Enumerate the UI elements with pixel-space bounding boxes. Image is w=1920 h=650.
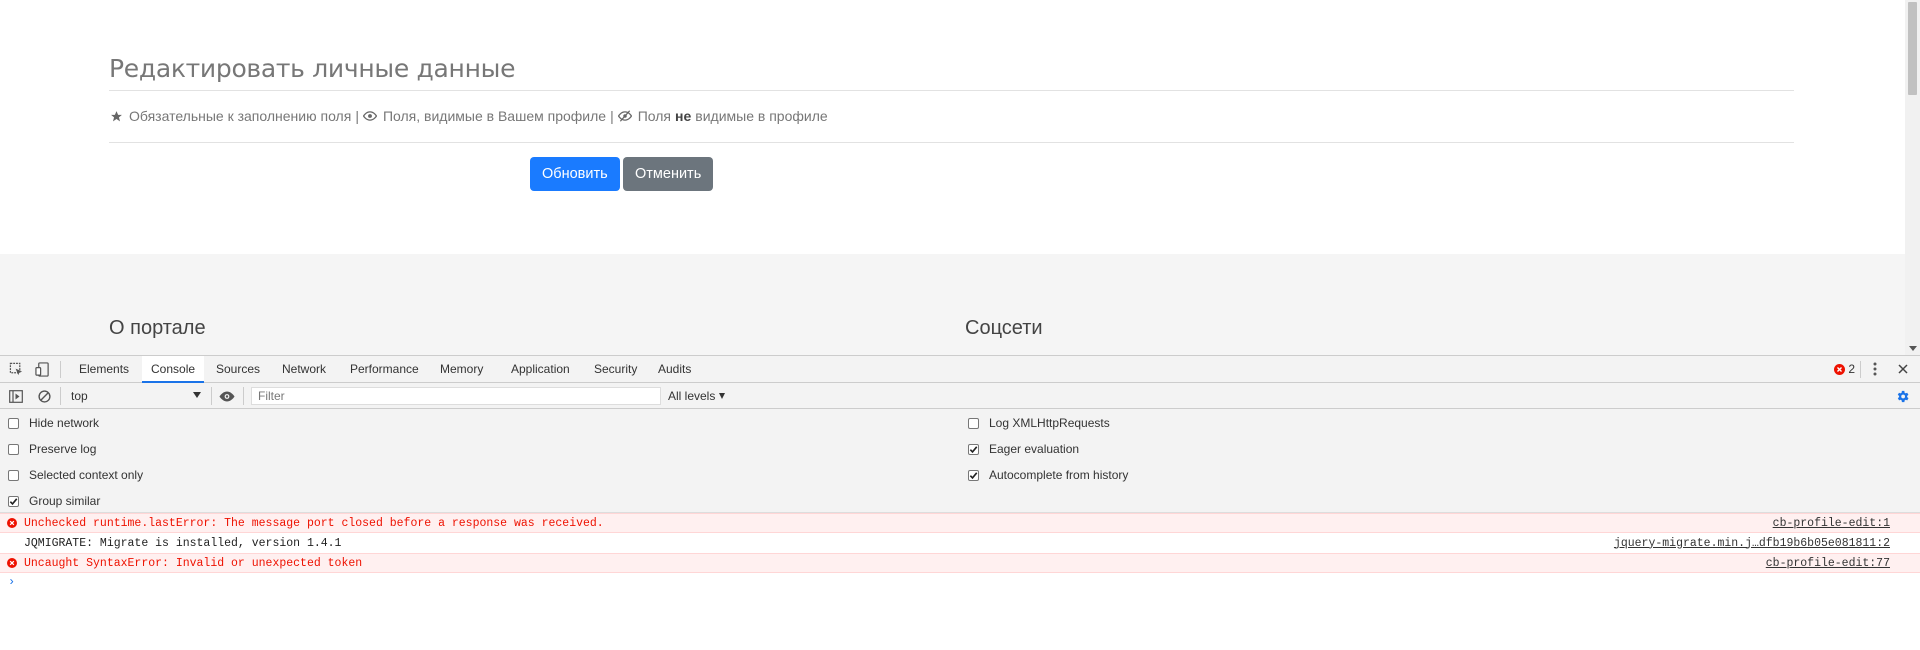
tab-security[interactable]: Security <box>585 356 646 383</box>
toolbar-divider <box>60 361 61 378</box>
setting-label: Eager evaluation <box>989 442 1080 456</box>
setting-label: Preserve log <box>29 442 97 456</box>
error-counter[interactable]: 2 <box>1834 362 1855 376</box>
toolbar-divider <box>1860 361 1861 378</box>
scroll-down-arrow-icon[interactable] <box>1908 344 1917 353</box>
setting-group-similar[interactable]: Group similar <box>8 494 100 508</box>
sidebar-toggle-icon[interactable] <box>8 388 24 404</box>
chevron-down-icon <box>193 392 201 398</box>
error-icon <box>0 558 24 568</box>
scrollbar-thumb[interactable] <box>1908 2 1917 95</box>
setting-log-xmlhttprequests[interactable]: Log XMLHttpRequests <box>968 416 1110 430</box>
console-settings-pane: Hide network Preserve log Selected context… <box>0 409 1920 513</box>
checkbox[interactable] <box>968 469 979 481</box>
context-selector[interactable]: top <box>65 387 205 405</box>
live-expression-eye-icon[interactable] <box>219 388 235 404</box>
setting-preserve-log[interactable]: Preserve log <box>8 442 96 456</box>
console-settings-gear-icon[interactable] <box>1894 388 1910 404</box>
message-text: JQMIGRATE: Migrate is installed, version… <box>24 536 342 550</box>
profile-edit-section: Редактировать личные данные Обязательные… <box>0 0 1905 254</box>
tab-memory[interactable]: Memory <box>431 356 492 383</box>
console-filter-input[interactable] <box>251 387 661 405</box>
console-messages: Unchecked runtime.lastError: The message… <box>0 513 1920 650</box>
close-icon[interactable] <box>1895 361 1911 377</box>
setting-eager-evaluation[interactable]: Eager evaluation <box>968 442 1079 456</box>
legend-divider <box>109 142 1794 143</box>
checkbox[interactable] <box>8 469 19 481</box>
legend-separator: | <box>610 108 614 124</box>
log-levels-label: All levels <box>668 389 716 403</box>
toolbar-divider <box>60 387 61 405</box>
devtools-tabbar: Elements Console Sources Network Performance… <box>0 356 1920 383</box>
setting-label: Hide network <box>29 416 100 430</box>
console-prompt[interactable]: › <box>8 575 15 589</box>
update-button[interactable]: Обновить <box>530 157 620 191</box>
eye-icon <box>362 109 377 123</box>
title-divider <box>109 90 1794 91</box>
star-icon <box>109 109 123 123</box>
console-error-message: Unchecked runtime.lastError: The message… <box>0 513 1920 533</box>
legend-visible: Поля, видимые в Вашем профиле <box>382 108 607 124</box>
cancel-button[interactable]: Отменить <box>623 157 714 191</box>
tab-application[interactable]: Application <box>502 356 579 383</box>
tab-audits[interactable]: Audits <box>649 356 700 383</box>
message-text: Uncaught SyntaxError: Invalid or unexpec… <box>24 556 363 570</box>
message-source-link[interactable]: cb-profile-edit:77 <box>1766 557 1890 570</box>
console-toolbar: top All levels <box>0 383 1920 409</box>
console-log-message: JQMIGRATE: Migrate is installed, version… <box>0 533 1920 553</box>
page-scrollbar[interactable] <box>1905 0 1920 355</box>
footer: О портале Соцсети <box>0 254 1905 355</box>
message-source-link[interactable]: jquery-migrate.min.j…dfb19b6b05e081811:2 <box>1614 537 1890 550</box>
more-options-icon[interactable] <box>1867 361 1883 377</box>
tab-elements[interactable]: Elements <box>70 356 138 383</box>
log-levels-dropdown[interactable]: All levels <box>668 387 726 405</box>
legend-required: Обязательные к заполнению поля <box>129 108 352 124</box>
error-count-label: 2 <box>1848 362 1855 376</box>
setting-selected-context-only[interactable]: Selected context only <box>8 468 143 482</box>
checkbox[interactable] <box>968 443 979 455</box>
error-icon <box>1834 363 1846 375</box>
checkbox[interactable] <box>8 417 19 429</box>
checkmark-icon <box>9 497 18 505</box>
toolbar-divider <box>211 387 212 405</box>
setting-label: Log XMLHttpRequests <box>989 416 1110 430</box>
page-title: Редактировать личные данные <box>109 54 516 83</box>
caret-down-icon <box>719 393 726 399</box>
footer-social-heading: Соцсети <box>965 317 1043 339</box>
checkmark-icon <box>969 471 978 479</box>
setting-label: Selected context only <box>29 468 144 482</box>
setting-hide-network[interactable]: Hide network <box>8 416 99 430</box>
device-toggle-icon[interactable] <box>34 361 50 377</box>
setting-label: Group similar <box>29 494 101 508</box>
console-error-message: Uncaught SyntaxError: Invalid or unexpec… <box>0 553 1920 573</box>
tab-sources[interactable]: Sources <box>207 356 269 383</box>
setting-autocomplete-from-history[interactable]: Autocomplete from history <box>968 468 1128 482</box>
legend-separator: | <box>355 108 359 124</box>
eye-slash-icon <box>617 109 632 123</box>
inspect-element-icon[interactable] <box>8 361 24 377</box>
field-legend: Обязательные к заполнению поля | Поля, в… <box>109 108 828 124</box>
legend-not-visible-pre: Поля <box>637 108 672 124</box>
clear-console-icon[interactable] <box>36 388 52 404</box>
tab-network[interactable]: Network <box>273 356 335 383</box>
toolbar-divider <box>243 387 244 405</box>
legend-not-visible-post: видимые в профиле <box>695 108 828 124</box>
tab-performance[interactable]: Performance <box>341 356 428 383</box>
footer-about-heading: О портале <box>109 317 206 339</box>
message-source-link[interactable]: cb-profile-edit:1 <box>1773 517 1890 530</box>
error-icon <box>0 518 24 528</box>
setting-label: Autocomplete from history <box>989 468 1129 482</box>
message-text: Unchecked runtime.lastError: The message… <box>24 516 604 530</box>
checkbox[interactable] <box>8 443 19 455</box>
checkmark-icon <box>969 445 978 453</box>
tab-console[interactable]: Console <box>142 356 205 383</box>
page-viewport: Редактировать личные данные Обязательные… <box>0 0 1920 355</box>
checkbox[interactable] <box>968 417 979 429</box>
devtools-panel: Elements Console Sources Network Performance… <box>0 355 1920 650</box>
checkbox[interactable] <box>8 495 19 507</box>
legend-not-visible-bold: не <box>675 108 692 124</box>
